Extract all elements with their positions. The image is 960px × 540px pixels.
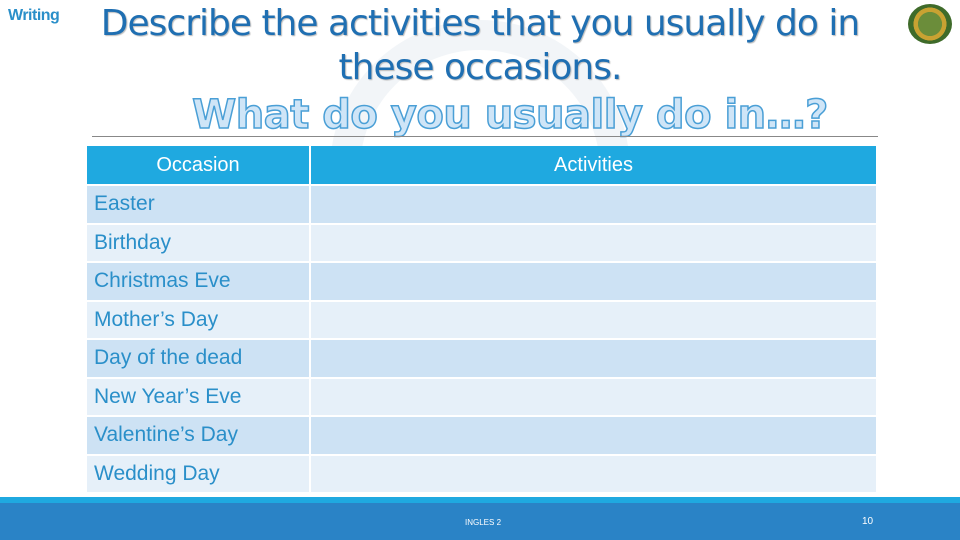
occasion-cell: Birthday	[87, 224, 311, 263]
divider	[92, 136, 878, 137]
activities-cell[interactable]	[311, 417, 878, 456]
occasions-table: Occasion Activities Easter Birthday Christ…	[87, 146, 878, 494]
header-activities: Activities	[311, 146, 878, 186]
activities-cell[interactable]	[311, 263, 878, 302]
table-header-row: Occasion Activities	[87, 146, 878, 186]
table-row: Day of the dead	[87, 340, 878, 379]
occasion-cell: Wedding Day	[87, 455, 311, 494]
table-row: New Year’s Eve	[87, 378, 878, 417]
table-row: Valentine’s Day	[87, 417, 878, 456]
table-row: Mother’s Day	[87, 301, 878, 340]
table-row: Wedding Day	[87, 455, 878, 494]
page-number: 10	[862, 516, 874, 527]
activities-cell[interactable]	[311, 186, 878, 225]
activities-cell[interactable]	[311, 301, 878, 340]
activities-cell[interactable]	[311, 224, 878, 263]
occasion-cell: Mother’s Day	[87, 301, 311, 340]
occasion-cell: Day of the dead	[87, 340, 311, 379]
slide-title: Describe the activities that you usually…	[100, 3, 860, 88]
table-row: Christmas Eve	[87, 263, 878, 302]
footer-course: INGLES 2	[465, 518, 502, 527]
occasion-cell: Valentine’s Day	[87, 417, 311, 456]
occasion-cell: Easter	[87, 186, 311, 225]
section-tag: Writing	[8, 7, 60, 24]
header-occasion: Occasion	[87, 146, 311, 186]
occasion-cell: Christmas Eve	[87, 263, 311, 302]
slide-subtitle: What do you usually do in…?	[191, 91, 829, 139]
table-row: Birthday	[87, 224, 878, 263]
activities-cell[interactable]	[311, 455, 878, 494]
table-row: Easter	[87, 186, 878, 225]
school-crest-logo	[908, 4, 952, 44]
activities-cell[interactable]	[311, 340, 878, 379]
occasion-cell: New Year’s Eve	[87, 378, 311, 417]
activities-cell[interactable]	[311, 378, 878, 417]
